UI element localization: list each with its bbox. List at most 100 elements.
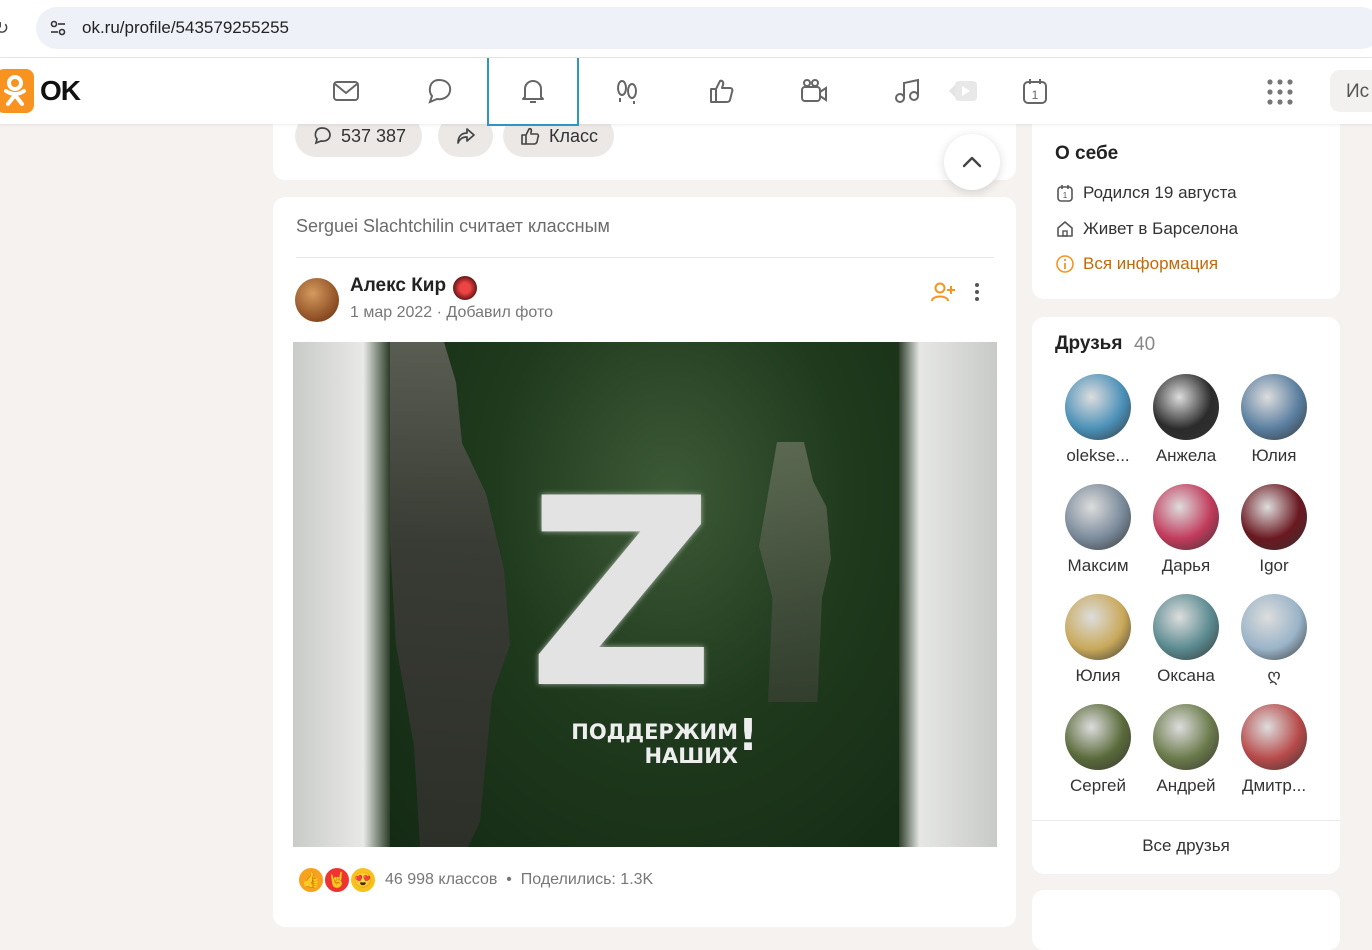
all-info-link[interactable]: Вся информация	[1055, 254, 1218, 274]
nav-messages[interactable]	[301, 58, 391, 124]
friend-item[interactable]: Дарья	[1142, 484, 1230, 576]
nav-classes[interactable]	[676, 58, 766, 124]
info-icon	[1056, 255, 1074, 273]
shares-count[interactable]: Поделились: 1.3K	[521, 871, 653, 888]
nav-discussions[interactable]	[394, 58, 484, 124]
friend-item[interactable]: Юлия	[1230, 374, 1318, 466]
friend-avatar[interactable]	[1065, 704, 1131, 770]
more-options-icon[interactable]	[968, 280, 986, 304]
photo-slogan: ПОДДЕРЖИМ НАШИХ !	[538, 714, 758, 769]
friend-name[interactable]: Сергей	[1054, 776, 1142, 796]
friend-avatar[interactable]	[1065, 594, 1131, 660]
url-text[interactable]: ok.ru/profile/543579255255	[82, 18, 289, 38]
friend-name[interactable]: Igor	[1230, 556, 1318, 576]
divider	[296, 257, 994, 258]
svg-text:1: 1	[1032, 88, 1039, 102]
nav-guests[interactable]	[582, 58, 672, 124]
friend-avatar[interactable]	[1241, 594, 1307, 660]
friend-name[interactable]: Оксана	[1142, 666, 1230, 686]
friend-item[interactable]: ღ	[1230, 594, 1318, 686]
author-avatar[interactable]	[295, 278, 339, 322]
birthday-text: Родился 19 августа	[1083, 183, 1237, 202]
site-settings-icon[interactable]	[48, 18, 68, 38]
post-date[interactable]: 1 мар 2022	[350, 304, 432, 321]
friend-item[interactable]: Андрей	[1142, 704, 1230, 796]
svg-text:1: 1	[1063, 191, 1068, 200]
all-info-text: Вся информация	[1083, 254, 1219, 273]
scroll-to-top-button[interactable]	[944, 134, 1000, 190]
likes-count[interactable]: 46 998 классов	[385, 871, 497, 888]
chevron-up-icon	[962, 156, 982, 168]
ok-logo-icon[interactable]	[0, 69, 34, 113]
calendar-icon: 1	[1023, 79, 1047, 104]
friend-avatar[interactable]	[1241, 484, 1307, 550]
author-name[interactable]: Алекс Кир	[350, 275, 446, 297]
rock-reaction-icon: 🤘	[323, 866, 351, 894]
share-icon	[456, 128, 475, 144]
thumbs-up-icon	[521, 127, 540, 145]
liked-by-text[interactable]: Serguei Slachtchilin считает классным	[296, 216, 610, 237]
address-bar[interactable]: ok.ru/profile/543579255255	[36, 7, 1372, 49]
friend-name[interactable]: Юлия	[1054, 666, 1142, 686]
friend-name[interactable]: Максим	[1054, 556, 1142, 576]
friend-avatar[interactable]	[1153, 484, 1219, 550]
friend-item[interactable]: Сергей	[1054, 704, 1142, 796]
post-stats: 46 998 классов • Поделились: 1.3K	[385, 871, 653, 889]
friend-item[interactable]: Юлия	[1054, 594, 1142, 686]
friends-title[interactable]: Друзья	[1055, 333, 1122, 355]
comments-count: 537 387	[341, 125, 407, 146]
meta-separator: ·	[436, 304, 442, 321]
comment-icon	[314, 127, 331, 145]
friend-name[interactable]: Андрей	[1142, 776, 1230, 796]
divider	[1032, 820, 1340, 821]
friend-item[interactable]: olekse...	[1054, 374, 1142, 466]
friend-item[interactable]: Igor	[1230, 484, 1318, 576]
slogan-line-1: ПОДДЕРЖИМ	[571, 720, 738, 744]
camera-icon	[801, 79, 827, 102]
search-placeholder: Ис	[1346, 81, 1370, 102]
friend-avatar[interactable]	[1153, 374, 1219, 440]
all-friends-link[interactable]: Все друзья	[1032, 836, 1340, 856]
nav-notifications[interactable]	[487, 58, 579, 126]
chat-bubble-icon	[428, 78, 452, 104]
about-title: О себе	[1055, 143, 1119, 164]
nav-calendar[interactable]: 1	[990, 58, 1080, 124]
nav-video[interactable]	[769, 58, 859, 124]
friend-item[interactable]: Анжела	[1142, 374, 1230, 466]
soldier-figure-left	[390, 342, 510, 847]
friend-item[interactable]: Дмитр...	[1230, 704, 1318, 796]
post-action: Добавил фото	[446, 304, 554, 321]
reload-icon[interactable]: ↻	[0, 18, 14, 39]
friend-avatar[interactable]	[1241, 704, 1307, 770]
friend-item[interactable]: Оксана	[1142, 594, 1230, 686]
birthday-row: 1 Родился 19 августа	[1055, 183, 1237, 203]
post-photo[interactable]: Z ПОДДЕРЖИМ НАШИХ !	[293, 342, 997, 847]
apps-grid-icon[interactable]	[1266, 78, 1294, 106]
like-reaction-icon: 👍	[297, 866, 325, 894]
friend-avatar[interactable]	[1153, 704, 1219, 770]
add-friend-icon[interactable]	[930, 280, 956, 304]
photo-content: Z ПОДДЕРЖИМ НАШИХ !	[390, 342, 899, 847]
search-input[interactable]: Ис	[1330, 70, 1372, 112]
friend-avatar[interactable]	[1241, 374, 1307, 440]
author-badge-icon	[453, 276, 477, 300]
friend-avatar[interactable]	[1153, 594, 1219, 660]
friend-name[interactable]: olekse...	[1054, 446, 1142, 466]
friend-avatar[interactable]	[1065, 374, 1131, 440]
post-meta: 1 мар 2022 · Добавил фото	[350, 304, 553, 322]
next-card	[1032, 890, 1340, 950]
ok-wordmark[interactable]: OK	[40, 75, 81, 107]
friend-name[interactable]: Дарья	[1142, 556, 1230, 576]
friend-name[interactable]: ღ	[1230, 666, 1318, 686]
friend-name[interactable]: Дмитр...	[1230, 776, 1318, 796]
friend-avatar[interactable]	[1065, 484, 1131, 550]
slogan-line-2: НАШИХ	[644, 744, 738, 768]
soldier-figure-right	[759, 442, 831, 702]
friend-item[interactable]: Максим	[1054, 484, 1142, 576]
location-text[interactable]: Живет в Барселона	[1083, 219, 1238, 239]
location-row: Живет в Барселона	[1055, 219, 1238, 239]
play-icon	[949, 81, 977, 101]
friend-name[interactable]: Юлия	[1230, 446, 1318, 466]
friend-name[interactable]: Анжела	[1142, 446, 1230, 466]
reactions-summary[interactable]: 👍 🤘 😍	[297, 866, 379, 894]
